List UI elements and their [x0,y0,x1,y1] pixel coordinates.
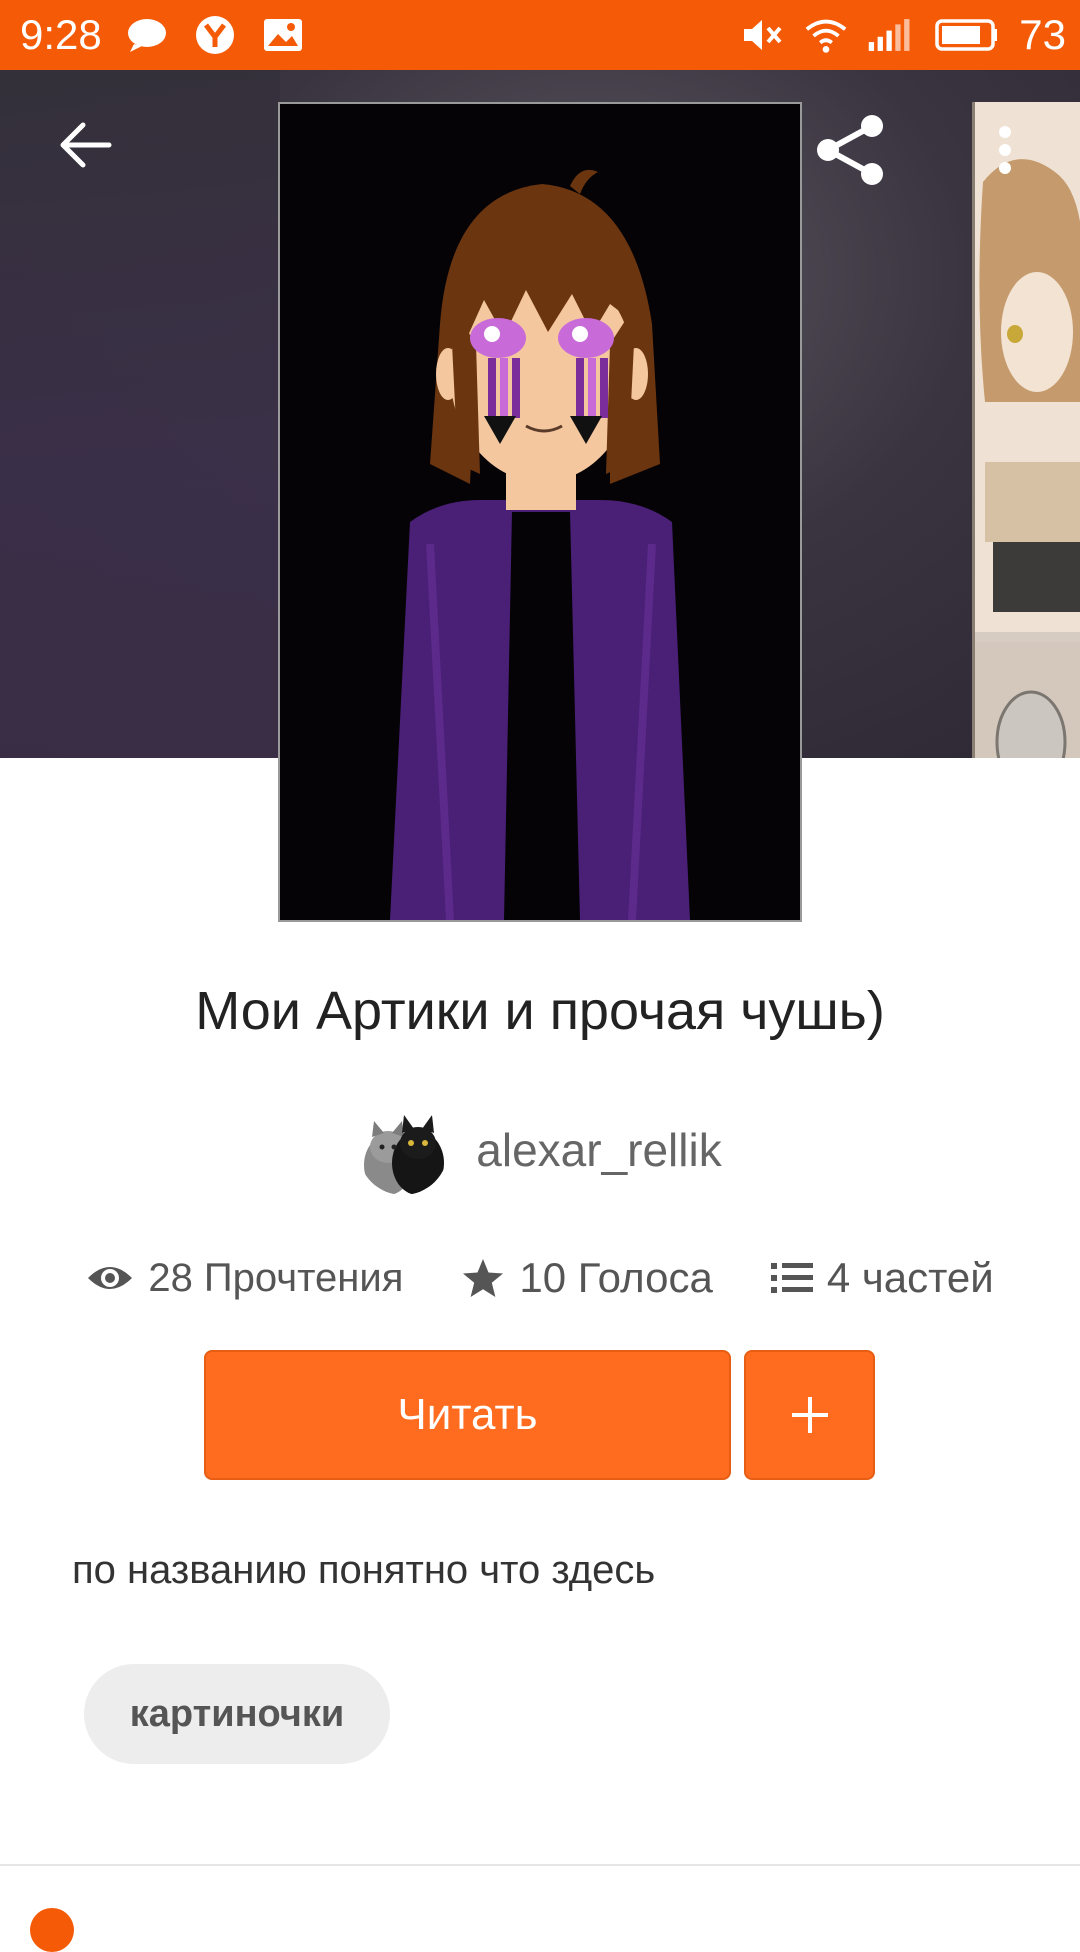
author-avatar[interactable] [358,1105,449,1195]
story-stats: 28 Прочтения 10 Голоса 4 частей [0,1248,1080,1308]
yandex-browser-icon [192,12,238,58]
more-vertical-icon [999,126,1011,174]
tag-chip[interactable]: картиночки [84,1664,390,1764]
share-icon [817,115,883,185]
list-icon [770,1263,813,1293]
votes-count: 10 Голоса [519,1254,713,1301]
next-cover-art [975,102,1080,758]
next-cover-preview[interactable] [972,102,1080,758]
star-icon [463,1259,504,1297]
cats-avatar-icon [358,1105,449,1195]
status-bar: 9:28 73 [0,0,1080,70]
reads-stat: 28 Прочтения [86,1256,403,1301]
story-title: Мои Артики и прочая чушь) [195,981,885,1041]
story-cover-image[interactable] [278,102,802,922]
battery-level: 73 [1019,11,1066,58]
share-button[interactable] [810,110,890,190]
add-to-library-button[interactable] [744,1350,875,1480]
signal-icon [867,12,913,58]
arrow-left-icon [60,122,112,168]
chat-bubble-icon [124,12,170,58]
parts-stat: 4 частей [770,1254,994,1302]
battery-icon [931,12,1001,58]
parts-count: 4 частей [826,1254,994,1301]
back-button[interactable] [50,110,120,180]
cover-artwork [280,104,800,920]
eye-icon [88,1267,133,1289]
more-options-button[interactable] [985,110,1025,190]
header-background [0,70,280,758]
story-description: по названию понятно что здесь [72,1548,656,1592]
read-button[interactable]: Читать [204,1350,731,1480]
reads-count: 28 Прочтения [148,1255,404,1300]
wifi-icon [803,12,849,58]
next-section-indicator [30,1908,74,1952]
gallery-icon [260,12,306,58]
votes-stat: 10 Голоса [461,1254,713,1302]
divider [0,1864,1080,1866]
status-time: 9:28 [20,11,102,58]
author-name[interactable]: alexar_rellik [476,1123,721,1177]
author-row[interactable]: alexar_rellik [0,1105,1080,1195]
plus-icon [791,1397,828,1433]
mute-icon [739,12,785,58]
